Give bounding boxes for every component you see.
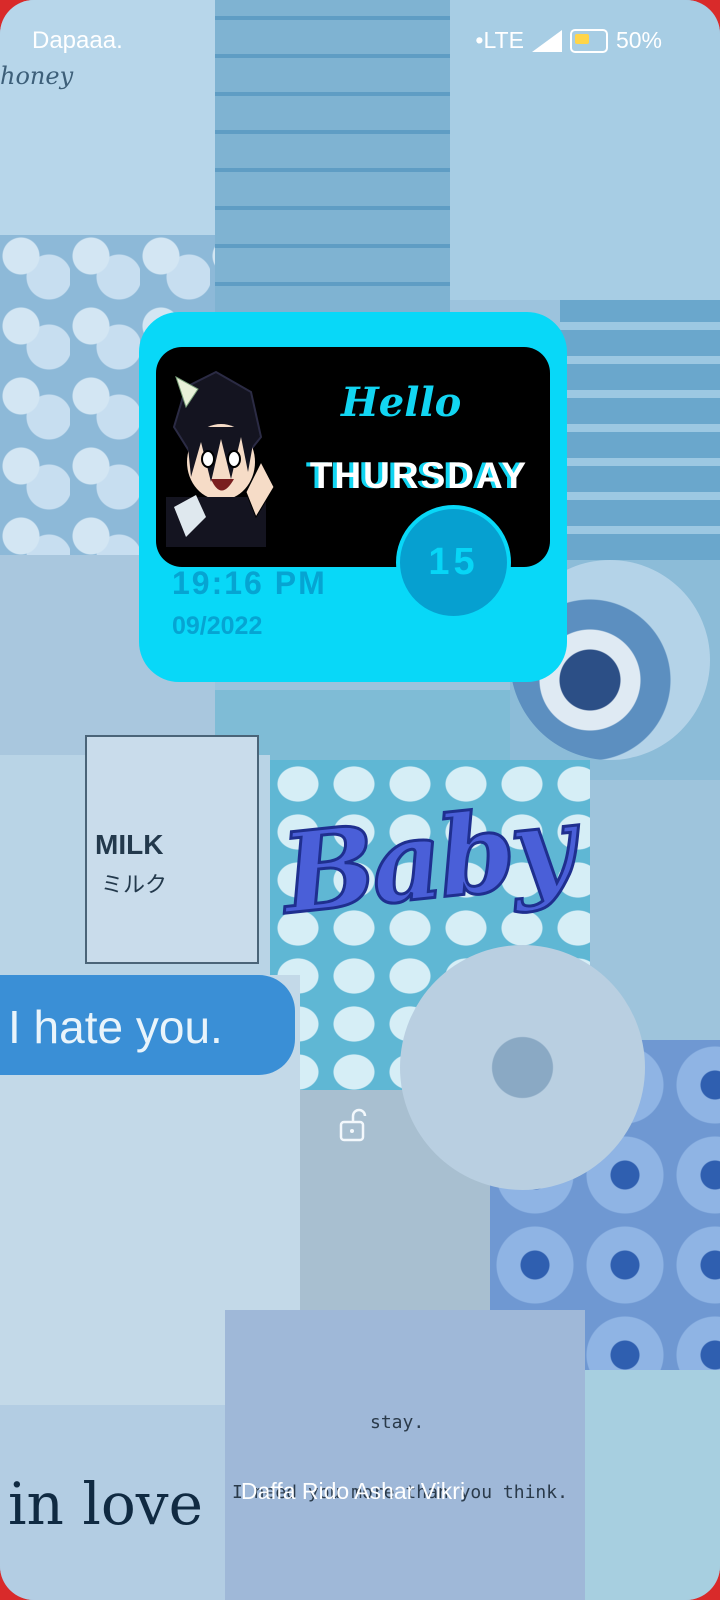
anime-character-icon [166, 370, 275, 547]
strawberry-plate-image [400, 945, 645, 1190]
greeting-text: Hello [341, 379, 462, 426]
battery-icon [569, 28, 608, 53]
network-type: •LTE [475, 27, 524, 53]
signal-icon [531, 29, 562, 52]
milk-jp-label: ミルク [101, 873, 168, 898]
owner-info-text: Daffa Rido Ashar Vikri [240, 1478, 466, 1504]
milk-carton-image: MILK ミルク [85, 735, 259, 964]
milk-label: MILK [95, 829, 164, 860]
status-icons: •LTE 50% [475, 27, 662, 54]
battery-percent: 50% [615, 27, 662, 53]
carrier-name: Dapaaa. [32, 27, 123, 54]
lock-screen: honey MILK ミルク I hate you. Baby in love … [0, 0, 720, 1600]
unlock-icon[interactable] [339, 1108, 367, 1142]
status-bar: Dapaaa. •LTE 50% [0, 0, 720, 80]
wallpaper-hate-text: I hate you. [8, 1001, 223, 1053]
day-name: THURSDAY [309, 455, 528, 496]
day-number-badge: 15 [396, 505, 511, 620]
wallpaper-stay-text: stay. [370, 1412, 425, 1433]
wallpaper-tile [560, 300, 720, 560]
clock-time: 19:16 PM [172, 565, 327, 601]
month-year: 09/2022 [172, 612, 263, 640]
wallpaper-tile [215, 690, 515, 760]
wallpaper-tile [225, 1310, 585, 1600]
